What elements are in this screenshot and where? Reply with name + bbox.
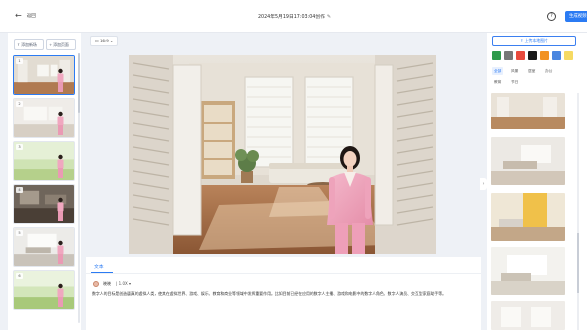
scene-list-scrollbar[interactable] (78, 53, 80, 323)
monitor-icon: ▭ (95, 38, 99, 43)
aspect-ratio-value: 16:9 (99, 38, 109, 43)
color-swatch[interactable] (540, 51, 549, 60)
background-list-scrollbar[interactable] (577, 93, 579, 330)
scene-thumbnail[interactable]: 2 (13, 98, 75, 138)
script-panel: 文本 晓晓 | 1.0X ▾ 数字人的目标是创造逼真的虚拟人类，使其在虚拟世界、… (86, 257, 481, 330)
presenter-figure (57, 111, 64, 135)
background-thumbnail[interactable] (491, 193, 565, 241)
speed-select[interactable]: | 1.0X ▾ (116, 281, 131, 286)
voice-avatar-icon (93, 281, 99, 287)
upload-label: 上传本地图片 (524, 38, 548, 43)
background-panel: ⇪ 上传本地图片 全部 风景 居室 办公 教育 节日 (487, 33, 587, 330)
speed-value: 1.0 (118, 281, 125, 286)
editor-canvas-area: ▭ 16:9 ⌄ 文本 晓晓 | 1.0X ▾ 数字人的目标是创造逼真的虚拟人类… (86, 33, 481, 330)
generate-video-button[interactable]: 生成视频 (565, 11, 587, 22)
top-bar: ← 返回 2024年5月19日17:03:04创作 ✎ ? 生成视频 (0, 0, 587, 33)
scrollbar-thumb[interactable] (577, 233, 579, 293)
presenter-figure (57, 240, 64, 264)
background-thumbnail[interactable] (491, 137, 565, 185)
plus-icon: + (49, 42, 53, 47)
category-holiday[interactable]: 节日 (509, 78, 520, 86)
back-label: 返回 (26, 14, 36, 19)
background-thumbnail[interactable] (491, 301, 565, 330)
arrow-left-icon: ← (15, 11, 22, 20)
scene-thumbnail[interactable]: 4 (13, 184, 75, 224)
project-title: 2024年5月19日17:03:04创作 ✎ (258, 13, 331, 20)
category-all[interactable]: 全部 (492, 67, 504, 75)
divider (86, 273, 481, 274)
tab-text[interactable]: 文本 (94, 263, 104, 270)
scene-thumbnail[interactable]: 1 (13, 55, 75, 95)
aspect-ratio-select[interactable]: ▭ 16:9 ⌄ (90, 36, 119, 46)
background-thumbnail[interactable] (491, 93, 565, 129)
upload-image-button[interactable]: ⇪ 上传本地图片 (492, 36, 576, 46)
color-swatch[interactable] (552, 51, 561, 60)
color-swatch[interactable] (528, 51, 537, 60)
scene-thumbnail[interactable]: 5 (13, 227, 75, 267)
scene-thumbnail[interactable]: 6 (13, 270, 75, 310)
scene-number: 5 (16, 230, 23, 236)
scene-panel: ⇪添加新场 +添加页面 1 2 3 4 5 6 (8, 33, 81, 330)
scene-number: 1 (16, 58, 23, 64)
background-thumbnail[interactable] (491, 247, 565, 295)
voice-select[interactable]: 晓晓 (103, 281, 111, 287)
color-swatch[interactable] (564, 51, 573, 60)
add-scene-button[interactable]: ⇪添加新场 (14, 39, 44, 50)
presenter-figure (57, 68, 64, 92)
category-living[interactable]: 居室 (526, 67, 537, 75)
color-swatch[interactable] (492, 51, 501, 60)
edit-icon[interactable]: ✎ (327, 14, 331, 20)
upload-icon: ⇪ (520, 38, 524, 43)
add-page-label: 添加页面 (53, 42, 69, 47)
back-button[interactable]: ← 返回 (15, 12, 36, 20)
presenter-figure (57, 154, 64, 178)
scene-number: 4 (16, 187, 23, 193)
scene-number: 6 (16, 273, 23, 279)
category-education[interactable]: 教育 (492, 78, 503, 86)
presenter-figure (57, 283, 64, 307)
scrollbar-thumb[interactable] (78, 53, 80, 113)
chevron-right-icon[interactable]: › (480, 178, 487, 190)
scene-number: 2 (16, 101, 23, 107)
category-office[interactable]: 办公 (543, 67, 554, 75)
category-scenery[interactable]: 风景 (509, 67, 520, 75)
scene-number: 3 (16, 144, 23, 150)
help-icon[interactable]: ? (547, 12, 556, 21)
chevron-down-icon: ⌄ (109, 38, 114, 43)
video-preview-stage[interactable] (129, 55, 436, 254)
add-scene-label: 添加新场 (21, 42, 37, 47)
color-swatch[interactable] (504, 51, 513, 60)
color-swatch[interactable] (516, 51, 525, 60)
project-title-text: 2024年5月19日17:03:04创作 (258, 15, 325, 20)
presenter-figure (57, 197, 64, 221)
upload-icon: ⇪ (17, 42, 21, 47)
script-text[interactable]: 数字人的目标是创造逼真的虚拟人类，使其在虚拟世界、游戏、娱乐、教育和商业等领域中… (92, 290, 477, 297)
add-page-button[interactable]: +添加页面 (46, 39, 76, 50)
scene-thumbnail[interactable]: 3 (13, 141, 75, 181)
